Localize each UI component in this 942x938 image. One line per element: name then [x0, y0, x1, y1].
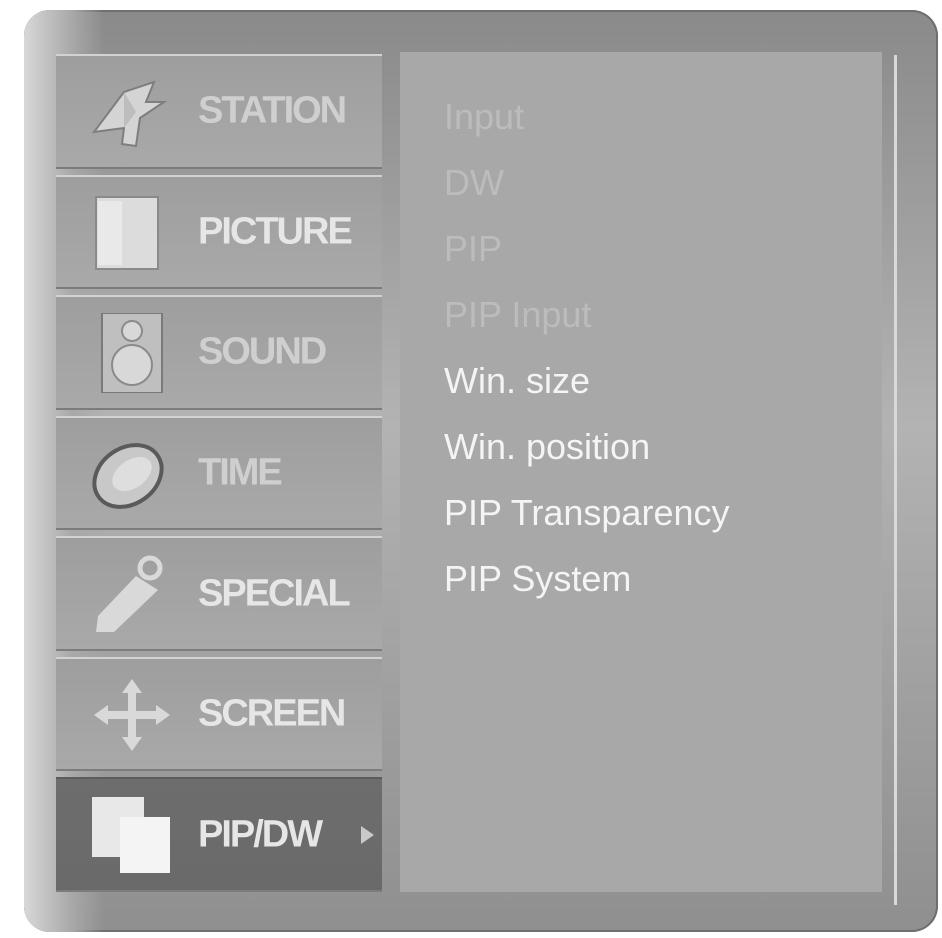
menu-item-label: TIME [198, 451, 283, 494]
menu-item-pip-dw[interactable]: PIP/DW [56, 777, 382, 893]
menu-item-label: PIP/DW [198, 813, 323, 856]
submenu-panel: Input DW PIP PIP Input Win. size Win. po… [400, 52, 882, 892]
menu-item-label: SCREEN [198, 692, 346, 735]
menu-item-label: STATION [198, 89, 347, 132]
menu-item-station[interactable]: STATION [56, 54, 382, 169]
submenu-list: Input DW PIP PIP Input Win. size Win. po… [444, 84, 730, 612]
satellite-icon [91, 80, 168, 148]
menu-item-special[interactable]: SPECIAL [56, 536, 382, 651]
speaker-icon [101, 313, 163, 394]
submenu-arrow-icon [361, 825, 374, 844]
menu-item-picture[interactable]: PICTURE [56, 174, 382, 290]
frame-divider [894, 55, 897, 905]
submenu-option-pip-transparency[interactable]: PIP Transparency [444, 480, 730, 546]
key-tag-icon [96, 555, 163, 633]
submenu-option-input[interactable]: Input [444, 84, 730, 150]
osd-menu-frame: STATION PICTURE SOUND TIME SPECIAL SCREE… [24, 10, 938, 932]
submenu-option-pip[interactable]: PIP [444, 216, 730, 282]
submenu-option-pip-system[interactable]: PIP System [444, 546, 730, 612]
submenu-option-dw[interactable]: DW [444, 150, 730, 216]
menu-item-sound[interactable]: SOUND [56, 295, 382, 410]
menu-item-label: SOUND [198, 330, 327, 373]
menu-item-time[interactable]: TIME [56, 415, 382, 531]
menu-item-screen[interactable]: SCREEN [56, 656, 382, 772]
pip-windows-icon [92, 797, 170, 874]
clock-icon [92, 442, 164, 509]
submenu-option-win-size[interactable]: Win. size [444, 348, 730, 414]
submenu-option-pip-input[interactable]: PIP Input [444, 282, 730, 348]
menu-item-label: PICTURE [198, 210, 353, 253]
picture-icon [95, 195, 159, 270]
four-way-arrows-icon [94, 678, 170, 751]
menu-item-label: SPECIAL [198, 572, 351, 615]
main-menu-sidebar: STATION PICTURE SOUND TIME SPECIAL SCREE… [56, 54, 382, 893]
submenu-option-win-position[interactable]: Win. position [444, 414, 730, 480]
